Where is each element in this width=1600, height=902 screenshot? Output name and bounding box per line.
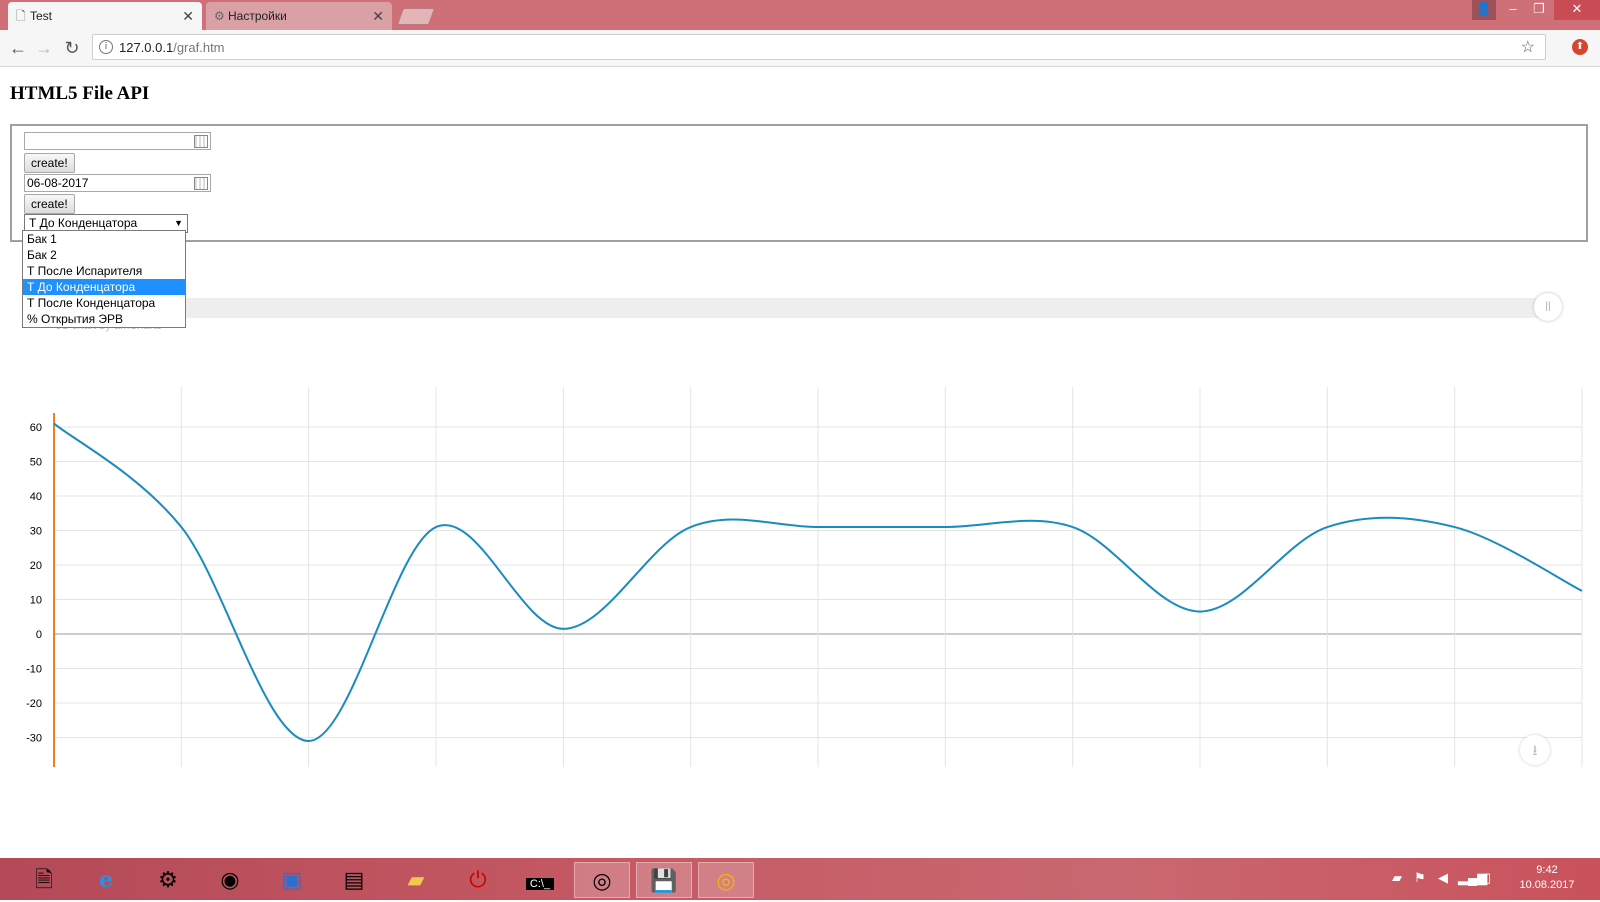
minimize-button[interactable]: – [1500,0,1526,20]
chrome-icon[interactable]: ◎ [574,862,630,898]
dropdown-option[interactable]: Бак 2 [23,247,185,263]
calendar-icon[interactable] [194,177,208,190]
y-tick-label: -20 [26,698,42,710]
chrome-canary-icon[interactable]: ◎ [698,862,754,898]
dropdown-option[interactable]: Т После Конденцатора [23,295,185,311]
date-input-1[interactable] [24,132,211,150]
windows-taskbar: 🗎 e ⚙ ◉ ▣ ▤ ▰ ⏻ C:\_ ◎ 💾 ◎ ▰ ⚑ ◀ ▂▄▆ ▯ 9… [0,858,1600,900]
tab-title: Test [30,9,53,23]
speaker-icon[interactable]: ◉ [202,862,258,898]
tab-settings[interactable]: ⚙ Настройки ✕ [206,2,392,30]
y-tick-label: -10 [26,664,42,676]
address-bar[interactable]: i 127.0.0.1/graf.htm ☆ [92,34,1546,60]
close-icon[interactable]: ✕ [182,2,194,30]
series-dropdown-list: Бак 1 Бак 2 Т После Испарителя Т До Конд… [22,230,186,328]
create-button-2[interactable]: create! [24,194,75,214]
clock-date: 10.08.2017 [1519,879,1575,891]
terminal-icon[interactable]: C:\_ [512,862,568,898]
internet-explorer-icon[interactable]: e [78,862,134,898]
back-button[interactable]: ← [6,36,30,60]
battery-icon[interactable]: ▯ [1484,870,1491,886]
download-icon[interactable]: ⭳ [1520,735,1550,765]
create-button-1[interactable]: create! [24,153,75,173]
config-icon[interactable]: ▣ [264,862,320,898]
new-tab-button[interactable] [396,8,436,25]
bookmark-star-icon[interactable]: ☆ [1521,37,1535,57]
close-icon[interactable]: ✕ [372,2,384,30]
power-icon[interactable]: ⏻ [450,862,506,898]
page-title: HTML5 File API [10,83,150,104]
monitor-icon[interactable]: ▤ [326,862,382,898]
signal-icon[interactable]: ▂▄▆ [1458,870,1487,886]
line-chart: 6050403020100-10-20-30-4000:0500:1000:15… [26,387,1583,767]
reload-button[interactable]: ↻ [60,36,84,60]
extension-icon[interactable]: ⬆ [1572,39,1588,55]
doc-icon[interactable]: 🗎 [16,862,72,898]
page-content: HTML5 File API create! 06-08-2017 create… [0,67,1600,857]
calendar-icon[interactable] [194,135,208,148]
y-tick-label: -30 [26,733,42,745]
dropdown-option-selected[interactable]: Т До Конденцатора [23,279,185,295]
utility-icon[interactable]: ⚙ [140,862,196,898]
volume-icon[interactable]: ◀ [1438,870,1448,886]
maximize-button[interactable]: ❐ [1526,0,1552,20]
browser-toolbar: ← → ↻ i 127.0.0.1/graf.htm ☆ [0,30,1600,67]
floppy-icon[interactable]: 💾 [636,862,692,898]
y-tick-label: 30 [30,526,42,538]
flag-icon[interactable]: ⚑ [1414,870,1426,886]
dropdown-option[interactable]: % Открытия ЭРВ [23,311,185,327]
y-tick-label: 50 [30,457,42,469]
folder-icon[interactable]: ▰ [388,862,444,898]
dropdown-option[interactable]: Бак 1 [23,231,185,247]
url-text: 127.0.0.1/graf.htm [119,40,225,55]
y-tick-label: 10 [30,595,42,607]
user-icon[interactable]: 👤 [1472,0,1496,20]
date-input-2[interactable]: 06-08-2017 [24,174,211,192]
page-icon: 🗋 [16,9,26,23]
info-icon[interactable]: i [99,40,113,54]
y-tick-label: 60 [30,422,42,434]
y-tick-label: 0 [36,629,42,641]
close-window-button[interactable]: ✕ [1554,0,1600,20]
forward-button[interactable]: → [32,36,56,60]
title-bar: 🗋 Test ✕ ⚙ Настройки ✕ 👤 – ❐ ✕ [0,0,1600,30]
clock-time: 9:42 [1536,864,1558,876]
y-tick-label: 20 [30,560,42,572]
tab-test[interactable]: 🗋 Test ✕ [8,2,202,30]
clock[interactable]: 9:42 10.08.2017 [1512,863,1582,893]
dropdown-option[interactable]: Т После Испарителя [23,263,185,279]
y-tick-label: 40 [30,491,42,503]
gear-icon: ⚙ [214,9,225,23]
tab-title: Настройки [228,9,287,23]
file-form: create! 06-08-2017 create! Т До Конденца… [10,124,1588,242]
nvidia-icon[interactable]: ▰ [1392,870,1402,886]
